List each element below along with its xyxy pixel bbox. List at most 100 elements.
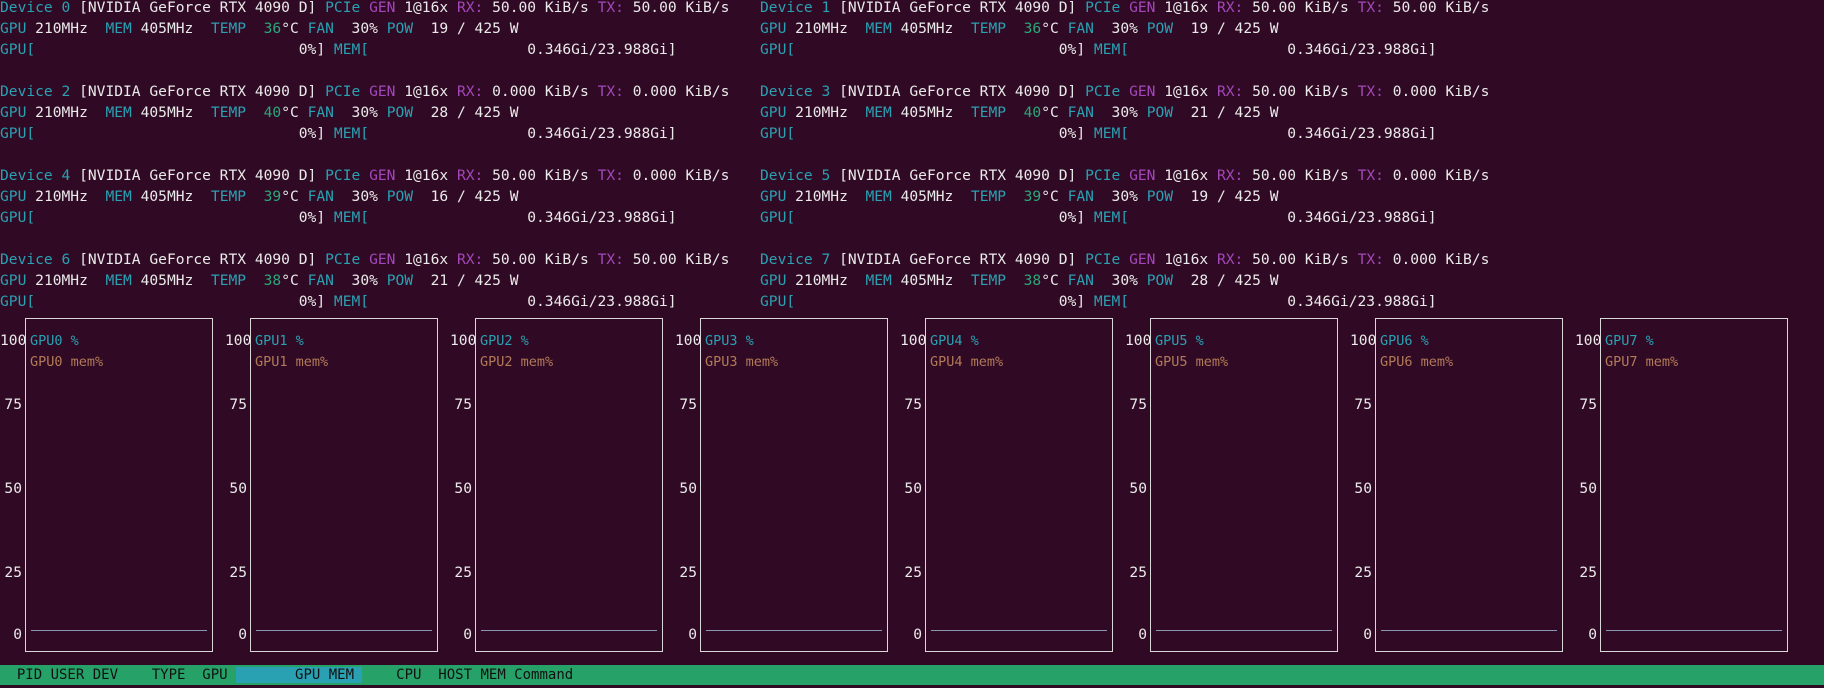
tx-value: 0.000 KiB/s: [1392, 83, 1490, 100]
device-bars-line: GPU[ 0%] MEM[ 0.346Gi/23.988Gi]: [760, 291, 1489, 312]
device-id: Device 4: [0, 167, 71, 184]
rx-label: RX:: [1216, 251, 1244, 268]
y-tick-label: 75: [679, 396, 697, 413]
temp-unit: °C: [1041, 188, 1059, 205]
y-tick-label: 0: [1363, 626, 1372, 643]
temp-unit: °C: [1041, 20, 1059, 37]
mem-usage-value: 0.346Gi/23.988Gi]: [1287, 41, 1437, 58]
device-5-block: Device 5 [NVIDIA GeForce RTX 4090 D] PCI…: [760, 165, 1489, 228]
temp-label: TEMP: [210, 20, 247, 37]
pcie-label: PCIe: [1085, 0, 1121, 16]
y-tick-label: 100: [225, 332, 252, 349]
tx-label: TX:: [1357, 167, 1384, 184]
legend-gpu-util: GPU7 %: [1605, 333, 1654, 349]
gpu1-history-chart: GPU1 % GPU1 mem%: [250, 318, 438, 652]
device-0-block: Device 0 [NVIDIA GeForce RTX 4090 D] PCI…: [0, 0, 729, 60]
gpu-util-value: 0%]: [1058, 293, 1086, 310]
device-stats-line: GPU 210MHz MEM 405MHz TEMP 39°C FAN 30% …: [760, 186, 1489, 207]
pow-label: POW: [386, 188, 414, 205]
y-tick-label: 25: [679, 564, 697, 581]
chart-series-line: [931, 630, 1107, 631]
pow-label: POW: [386, 104, 414, 121]
y-tick-label: 25: [454, 564, 472, 581]
gpu-clock-label: GPU: [760, 104, 787, 121]
gpu2-history-chart: GPU2 % GPU2 mem%: [475, 318, 663, 652]
pcie-label: PCIe: [325, 251, 361, 268]
header-sorted-column-gpu-mem[interactable]: GPU MEM: [236, 667, 363, 683]
mem-bar-label: MEM[: [1093, 209, 1130, 226]
temp-value: 36: [263, 20, 282, 37]
mem-clock-value: 405MHz: [900, 272, 954, 289]
mem-usage-bar: [369, 41, 527, 58]
temp-label: TEMP: [210, 104, 247, 121]
device-name: [NVIDIA GeForce RTX 4090 D]: [839, 83, 1077, 100]
gpu-bar-label: GPU[: [0, 209, 36, 226]
fan-value: 30%: [1111, 104, 1138, 121]
y-tick-label: 75: [454, 396, 472, 413]
mem-clock-label: MEM: [865, 104, 892, 121]
gpu-util-bar: [795, 209, 1059, 226]
device-header-line: Device 4 [NVIDIA GeForce RTX 4090 D] PCI…: [0, 165, 729, 186]
gpu-util-value: 0%]: [298, 125, 326, 142]
device-1-block: Device 1 [NVIDIA GeForce RTX 4090 D] PCI…: [760, 0, 1489, 60]
tx-value: 0.000 KiB/s: [1392, 251, 1490, 268]
gpu4-history-chart: GPU4 % GPU4 mem%: [925, 318, 1113, 652]
gpu-clock-value: 210MHz: [795, 272, 848, 289]
legend-gpu-util: GPU5 %: [1155, 333, 1204, 349]
fan-label: FAN: [1067, 272, 1094, 289]
rx-value: 0.000 KiB/s: [492, 83, 589, 100]
tx-label: TX:: [1357, 0, 1384, 16]
device-id: Device 2: [0, 83, 71, 100]
y-tick-label: 75: [1579, 396, 1597, 413]
gpu-bar-label: GPU[: [0, 293, 36, 310]
pcie-gen-value: 1@16x: [1164, 251, 1209, 268]
mem-usage-value: 0.346Gi/23.988Gi]: [527, 41, 677, 58]
device-stats-line: GPU 210MHz MEM 405MHz TEMP 36°C FAN 30% …: [760, 18, 1489, 39]
y-tick-label: 100: [450, 332, 477, 349]
device-header-line: Device 0 [NVIDIA GeForce RTX 4090 D] PCI…: [0, 0, 729, 18]
y-tick-label: 50: [1579, 480, 1597, 497]
temp-value: 38: [1023, 272, 1042, 289]
fan-value: 30%: [351, 20, 378, 37]
gpu-util-bar: [35, 125, 299, 142]
gen-label: GEN: [369, 0, 396, 16]
temp-value: 40: [1023, 104, 1042, 121]
gpu-bar-label: GPU[: [760, 209, 796, 226]
rx-label: RX:: [456, 83, 484, 100]
fan-value: 30%: [351, 188, 378, 205]
y-tick-label: 100: [1350, 332, 1377, 349]
tx-value: 50.00 KiB/s: [1392, 0, 1490, 16]
device-7-block: Device 7 [NVIDIA GeForce RTX 4090 D] PCI…: [760, 249, 1489, 312]
header-columns-left[interactable]: PID USER DEV TYPE GPU: [0, 667, 236, 683]
temp-value: 38: [263, 272, 282, 289]
temp-label: TEMP: [970, 104, 1007, 121]
header-columns-right[interactable]: CPU HOST MEM Command: [362, 667, 573, 683]
gpu-util-bar: [795, 293, 1059, 310]
y-tick-label: 0: [463, 626, 472, 643]
device-bars-line: GPU[ 0%] MEM[ 0.346Gi/23.988Gi]: [0, 39, 729, 60]
device-bars-line: GPU[ 0%] MEM[ 0.346Gi/23.988Gi]: [760, 123, 1489, 144]
gpu-util-value: 0%]: [1058, 41, 1086, 58]
gpu-bar-label: GPU[: [0, 125, 36, 142]
y-tick-label: 50: [1354, 480, 1372, 497]
gpu-clock-label: GPU: [0, 104, 27, 121]
gpu-bar-label: GPU[: [760, 125, 796, 142]
mem-bar-label: MEM[: [1093, 293, 1130, 310]
chart-series-line: [481, 630, 657, 631]
temp-label: TEMP: [970, 20, 1007, 37]
y-tick-label: 75: [904, 396, 922, 413]
device-name: [NVIDIA GeForce RTX 4090 D]: [839, 251, 1077, 268]
device-name: [NVIDIA GeForce RTX 4090 D]: [79, 83, 317, 100]
pcie-label: PCIe: [1085, 83, 1121, 100]
device-stats-line: GPU 210MHz MEM 405MHz TEMP 40°C FAN 30% …: [760, 102, 1489, 123]
y-tick-label: 0: [1138, 626, 1147, 643]
legend-gpu-mem: GPU2 mem%: [480, 354, 554, 370]
gpu-clock-value: 210MHz: [35, 104, 88, 121]
y-tick-label: 25: [1579, 564, 1597, 581]
y-tick-label: 25: [904, 564, 922, 581]
temp-unit: °C: [1041, 272, 1059, 289]
legend-gpu-mem: GPU6 mem%: [1380, 354, 1454, 370]
process-table-header[interactable]: PID USER DEV TYPE GPU GPU MEM CPU HOST M…: [0, 665, 1824, 685]
gpu5-history-chart: GPU5 % GPU5 mem%: [1150, 318, 1338, 652]
fan-value: 30%: [1111, 188, 1138, 205]
